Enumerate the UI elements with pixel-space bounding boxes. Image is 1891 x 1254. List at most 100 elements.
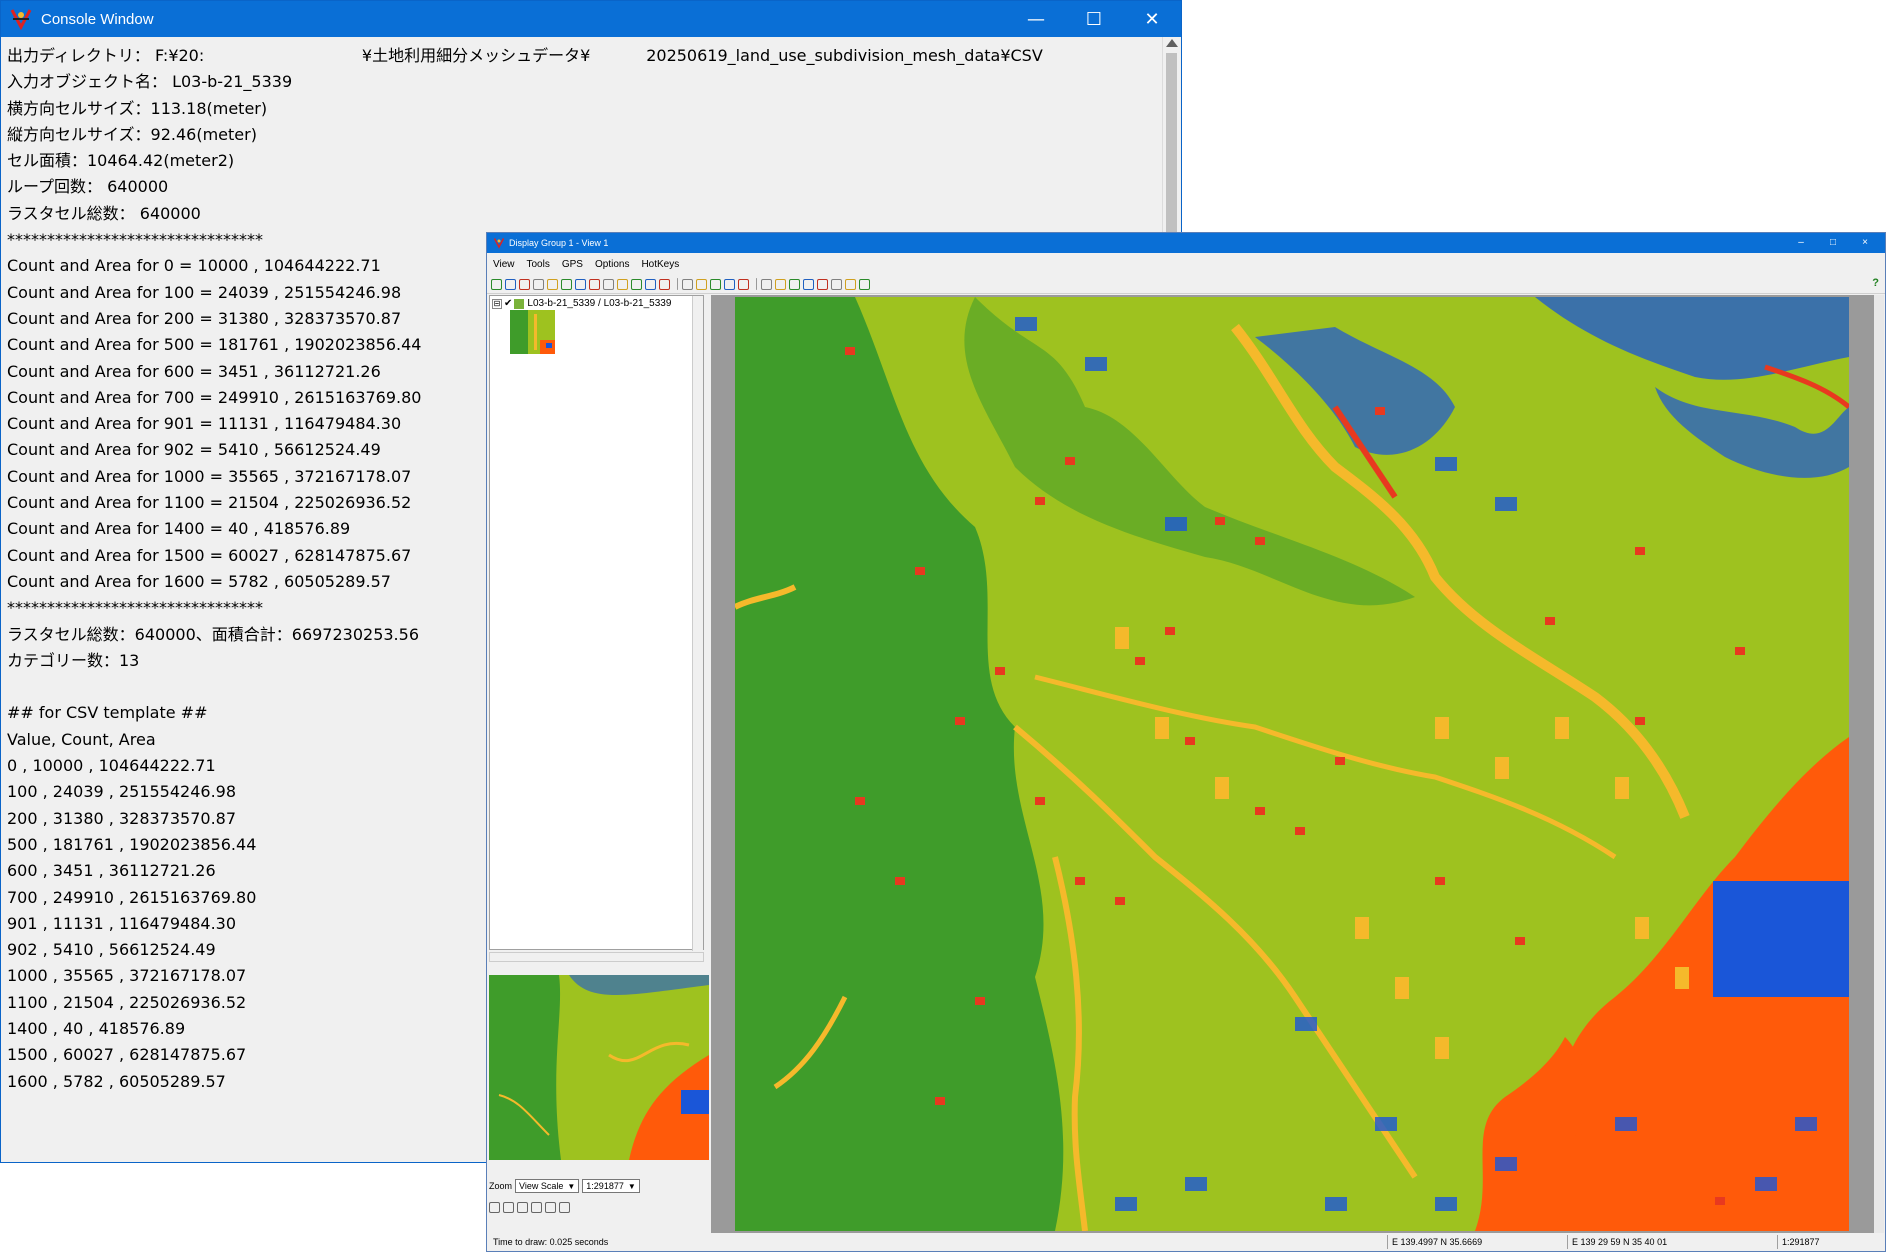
toolbar-tool-icon[interactable] [682, 278, 693, 290]
toolbar-tool-icon[interactable] [696, 278, 707, 290]
paddy-patch [1435, 1197, 1457, 1211]
magnifier-icon[interactable] [517, 1201, 528, 1213]
urban-patch [1495, 757, 1509, 779]
display-close-button[interactable]: × [1849, 233, 1881, 253]
toolbar-tool-icon[interactable] [589, 278, 600, 290]
tntmips-app-icon [493, 238, 505, 249]
console-titlebar[interactable]: Console Window — ☐ ✕ [1, 1, 1181, 37]
red-patch [915, 567, 925, 575]
red-patch [1165, 627, 1175, 635]
urban-patch [1115, 627, 1129, 649]
toolbar-tool-icon[interactable] [724, 278, 735, 290]
urban-patch [1215, 777, 1229, 799]
urban-patch [1675, 967, 1689, 989]
display-window[interactable]: Display Group 1 - View 1 – □ × View Tool… [486, 232, 1886, 1252]
toolbar-tool-icon[interactable] [789, 278, 800, 290]
toolbar-tool-icon[interactable] [603, 278, 614, 290]
toolbar-tool-icon[interactable] [775, 278, 786, 290]
scroll-up-icon[interactable] [1166, 39, 1178, 47]
map-icon[interactable] [531, 1201, 542, 1213]
toolbar-tool-icon[interactable] [803, 278, 814, 290]
chevron-down-icon: ▼ [567, 1181, 576, 1191]
red-patch [1545, 617, 1555, 625]
urban-patch [1435, 1037, 1449, 1059]
red-patch [1075, 877, 1085, 885]
toolbar-tool-icon[interactable] [831, 278, 842, 290]
zoom-scale-select[interactable]: 1:291877 ▼ [582, 1179, 640, 1193]
help-icon[interactable]: ? [1872, 277, 1879, 289]
toolbar-tool-icon[interactable] [659, 278, 670, 290]
toolbar-tool-icon[interactable] [505, 278, 516, 290]
toolbar-separator [756, 278, 757, 290]
layer-row[interactable]: ⊟ ✔ L03-b-21_5339 / L03-b-21_5339 [492, 298, 671, 309]
layer-list-icon[interactable] [489, 1201, 500, 1213]
menu-tools[interactable]: Tools [527, 259, 550, 270]
tree-horizontal-scrollbar[interactable] [489, 952, 704, 962]
toolbar-tool-icon[interactable] [645, 278, 656, 290]
paddy-patch [1755, 1177, 1777, 1191]
paddy-patch [1165, 517, 1187, 531]
paddy-patch [1325, 1197, 1347, 1211]
red-patch [1375, 407, 1385, 415]
paddy-patch [1295, 1017, 1317, 1031]
menu-options[interactable]: Options [595, 259, 629, 270]
land-use-map[interactable] [735, 297, 1849, 1231]
toolbar-tool-icon[interactable] [617, 278, 628, 290]
scroll-thumb[interactable] [1166, 53, 1177, 233]
layer-tree[interactable]: ⊟ ✔ L03-b-21_5339 / L03-b-21_5339 [489, 295, 704, 951]
toolbar-tool-icon[interactable] [761, 278, 772, 290]
collapse-icon[interactable]: ⊟ [492, 298, 502, 309]
refresh-icon[interactable] [545, 1201, 556, 1213]
menu-hotkeys[interactable]: HotKeys [641, 259, 679, 270]
red-patch [1335, 757, 1345, 765]
paddy-patch [1615, 1117, 1637, 1131]
red-patch [935, 1097, 945, 1105]
paddy-patch [1015, 317, 1037, 331]
toolbar-tool-icon[interactable] [519, 278, 530, 290]
maximize-button[interactable]: ☐ [1065, 1, 1123, 37]
red-patch [1115, 897, 1125, 905]
toolbar-tool-icon[interactable] [547, 278, 558, 290]
page-icon[interactable] [503, 1201, 514, 1213]
urban-patch [1615, 777, 1629, 799]
menu-gps[interactable]: GPS [562, 259, 583, 270]
paddy-patch [1115, 1197, 1137, 1211]
toolbar-tool-icon[interactable] [575, 278, 586, 290]
toolbar-tool-icon[interactable] [845, 278, 856, 290]
red-patch [1215, 517, 1225, 525]
toolbar-tool-icon[interactable] [561, 278, 572, 290]
layer-visibility-checkbox[interactable]: ✔ [504, 298, 512, 309]
zoom-mode-select[interactable]: View Scale ▼ [515, 1179, 580, 1193]
menu-view[interactable]: View [493, 259, 515, 270]
zoom-fit-icon[interactable] [559, 1201, 570, 1213]
toolbar-tool-icon[interactable] [631, 278, 642, 290]
red-patch [1185, 737, 1195, 745]
water-block [1713, 881, 1849, 997]
map-vertical-scrollbar[interactable] [1874, 295, 1884, 1233]
paddy-patch [1495, 497, 1517, 511]
chevron-down-icon: ▼ [627, 1181, 636, 1191]
red-patch [995, 667, 1005, 675]
toolbar-tool-icon[interactable] [533, 278, 544, 290]
toolbar-tool-icon[interactable] [817, 278, 828, 290]
close-button[interactable]: ✕ [1123, 1, 1181, 37]
toolbar-tool-icon[interactable] [859, 278, 870, 290]
red-patch [895, 877, 905, 885]
toolbar-tool-icon[interactable] [491, 278, 502, 290]
overview-map[interactable] [489, 975, 709, 1160]
minimize-button[interactable]: — [1007, 1, 1065, 37]
layer-name[interactable]: L03-b-21_5339 / L03-b-21_5339 [527, 298, 671, 309]
urban-patch [1155, 717, 1169, 739]
paddy-patch [1375, 1117, 1397, 1131]
toolbar-tool-icon[interactable] [710, 278, 721, 290]
paddy-patch [1085, 357, 1107, 371]
red-patch [1255, 807, 1265, 815]
urban-patch [1395, 977, 1409, 999]
tree-vertical-scrollbar[interactable] [692, 296, 703, 951]
display-maximize-button[interactable]: □ [1817, 233, 1849, 253]
coord-decimal-status: E 139.4997 N 35.6669 [1387, 1235, 1482, 1249]
toolbar-tool-icon[interactable] [738, 278, 749, 290]
coord-dms-status: E 139 29 59 N 35 40 01 [1567, 1235, 1667, 1249]
display-minimize-button[interactable]: – [1785, 233, 1817, 253]
display-titlebar[interactable]: Display Group 1 - View 1 – □ × [487, 233, 1885, 253]
